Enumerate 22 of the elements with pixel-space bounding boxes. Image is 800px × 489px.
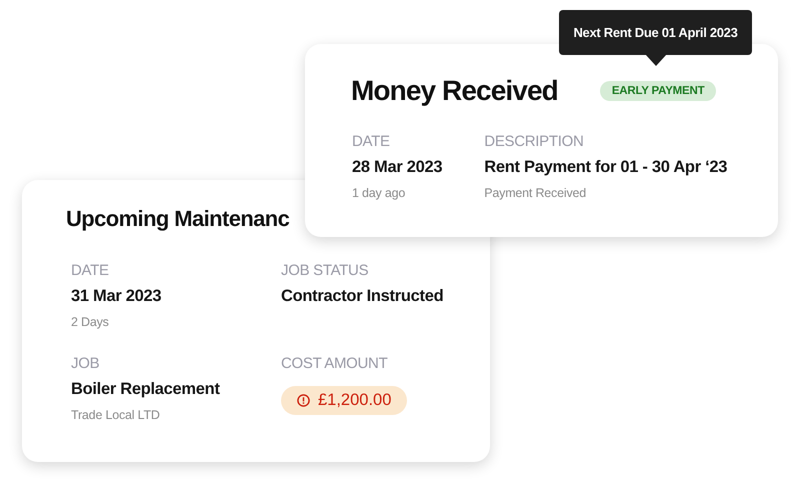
field-label: DATE <box>352 133 390 150</box>
field-value: Contractor Instructed <box>281 287 444 306</box>
field-value: Rent Payment for 01 - 30 Apr ‘23 <box>484 158 728 177</box>
field-note: Payment Received <box>484 186 586 200</box>
card-title: Upcoming Maintenanc <box>66 206 290 232</box>
field-label: DESCRIPTION <box>484 133 584 150</box>
field-label: COST AMOUNT <box>281 355 388 372</box>
amount-pill: £1,200.00 <box>281 386 408 415</box>
tooltip: Next Rent Due 01 April 2023 <box>559 10 752 66</box>
field-value: 28 Mar 2023 <box>352 158 442 177</box>
card-title: Money Received <box>351 75 558 107</box>
field-label: JOB STATUS <box>281 262 368 279</box>
field-note: 2 Days <box>71 315 109 329</box>
field-label: JOB <box>71 355 100 372</box>
alert-icon <box>297 394 310 407</box>
field-label: DATE <box>71 262 109 279</box>
field-note: Trade Local LTD <box>71 408 160 422</box>
status-badge: EARLY PAYMENT <box>600 81 716 101</box>
field-note: 1 day ago <box>352 186 406 200</box>
tooltip-arrow-icon <box>644 54 666 66</box>
field-value: 31 Mar 2023 <box>71 287 162 306</box>
field-value: Boiler Replacement <box>71 380 220 399</box>
